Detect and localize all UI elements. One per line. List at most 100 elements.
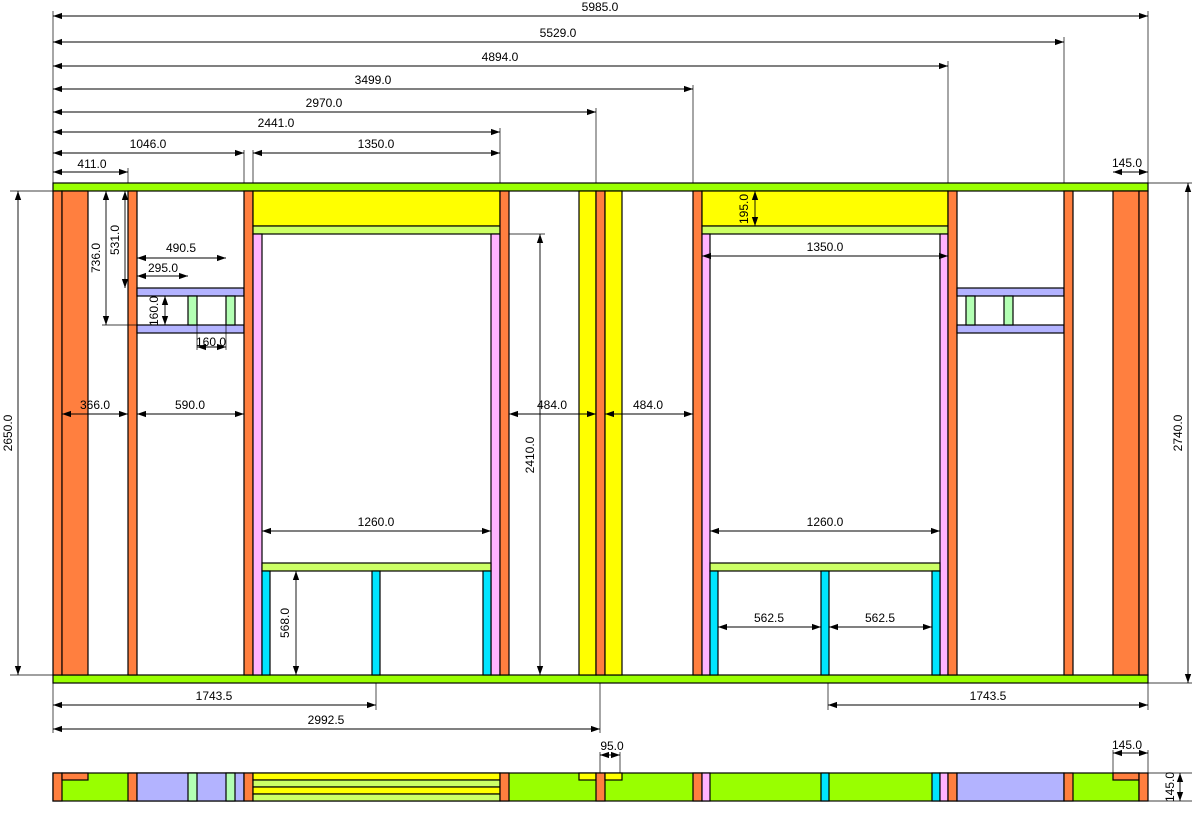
dim-label-145-plan: 145.0 — [1112, 738, 1142, 752]
end-stud — [52, 190, 63, 676]
dim-label-1260a: 1260.0 — [358, 515, 395, 529]
stud — [127, 190, 138, 676]
dim-label-2740: 2740.0 — [1171, 414, 1185, 451]
king-stud — [947, 190, 958, 676]
dim-label-1046: 1046.0 — [130, 137, 167, 151]
plan-header-plate — [252, 793, 501, 802]
short-stud — [187, 295, 198, 326]
dim-label-4894: 4894.0 — [482, 50, 519, 64]
middle-post — [604, 190, 623, 676]
header-plate — [701, 225, 949, 235]
dim-label-1350b: 1350.0 — [807, 240, 844, 254]
corner-post — [61, 190, 89, 676]
dim-label-568: 568.0 — [278, 608, 292, 638]
header — [252, 190, 501, 227]
noggin — [956, 287, 1065, 297]
jack-stud — [490, 233, 501, 676]
plan-cripple-stud — [931, 772, 941, 802]
dim-label-160v: 160.0 — [147, 296, 161, 326]
cripple-stud — [261, 570, 271, 676]
short-stud — [225, 295, 236, 326]
dim-label-145-top: 145.0 — [1112, 156, 1142, 170]
plan-middle-stud — [595, 772, 606, 802]
dim-label-590: 590.0 — [175, 398, 205, 412]
dim-label-2441: 2441.0 — [258, 116, 295, 130]
stud — [1063, 190, 1074, 676]
dim-label-2970: 2970.0 — [306, 96, 343, 110]
plan-short-stud — [187, 772, 198, 802]
dim-label-562a: 562.5 — [754, 611, 784, 625]
dim-label-562b: 562.5 — [865, 611, 895, 625]
plan-end-stud — [1138, 772, 1149, 802]
corner-post — [1112, 190, 1140, 676]
dim-label-5529: 5529.0 — [540, 26, 577, 40]
dim-label-484b: 484.0 — [633, 398, 663, 412]
short-stud — [1003, 295, 1014, 326]
plan-end-stud — [52, 772, 63, 802]
plan-middle-post — [578, 772, 597, 781]
cripple-stud — [482, 570, 492, 676]
dim-label-1743a: 1743.5 — [196, 689, 233, 703]
jack-stud — [252, 233, 263, 676]
plan-king-stud — [947, 772, 958, 802]
king-stud — [692, 190, 703, 676]
dim-label-195: 195.0 — [737, 194, 751, 224]
drawing-canvas: 5985.0 5529.0 4894.0 3499.0 2970.0 2441.… — [0, 0, 1200, 814]
cripple-stud — [931, 570, 941, 676]
dim-label-1743b: 1743.5 — [970, 689, 1007, 703]
jack-stud — [939, 233, 949, 676]
plan-corner-post — [1112, 772, 1140, 781]
dim-label-5985: 5985.0 — [582, 0, 619, 14]
dim-label-3499: 3499.0 — [355, 73, 392, 87]
dim-label-1350a: 1350.0 — [358, 137, 395, 151]
sill — [709, 562, 941, 572]
dim-label-95: 95.0 — [600, 739, 624, 753]
dim-label-2410: 2410.0 — [523, 436, 537, 473]
noggin — [956, 324, 1065, 334]
dim-label-736: 736.0 — [89, 243, 103, 273]
short-stud — [965, 295, 976, 326]
plan-view-strip — [52, 772, 1149, 802]
middle-stud — [595, 190, 606, 676]
dim-label-2650: 2650.0 — [1, 414, 15, 451]
plan-stud — [127, 772, 138, 802]
plan-cripple-stud — [820, 772, 830, 802]
cripple-stud — [820, 570, 830, 676]
plan-short-stud — [225, 772, 236, 802]
plan-header — [252, 772, 501, 781]
plan-king-stud — [499, 772, 510, 802]
king-stud — [499, 190, 510, 676]
cripple-stud — [371, 570, 381, 676]
dim-label-145-plan-vertical: 145.0 — [1163, 772, 1177, 802]
plan-jack-stud — [701, 772, 711, 802]
plan-middle-post — [604, 772, 623, 781]
dim-label-1260b: 1260.0 — [807, 515, 844, 529]
dim-label-160h: 160.0 — [196, 335, 226, 349]
wall-frame-drawing: 5985.0 5529.0 4894.0 3499.0 2970.0 2441.… — [1, 0, 1192, 802]
plan-header-plate — [252, 779, 501, 788]
sill — [261, 562, 492, 572]
dim-label-490: 490.5 — [166, 241, 196, 255]
dim-label-366: 366.0 — [80, 398, 110, 412]
plan-header — [252, 786, 501, 795]
cripple-stud — [709, 570, 719, 676]
top-plate — [52, 182, 1149, 192]
dim-label-484a: 484.0 — [537, 398, 567, 412]
dim-label-295: 295.0 — [148, 261, 178, 275]
plan-king-stud — [692, 772, 703, 802]
noggin — [136, 287, 245, 297]
plan-stud — [1063, 772, 1074, 802]
middle-post — [578, 190, 597, 676]
end-stud — [1138, 190, 1149, 676]
plan-noggin — [956, 772, 1065, 802]
dim-label-531: 531.0 — [108, 225, 122, 255]
dim-label-2992: 2992.5 — [308, 713, 345, 727]
plan-corner-post — [61, 772, 89, 781]
plan-king-stud — [243, 772, 254, 802]
bottom-plate — [52, 674, 1149, 684]
king-stud — [243, 190, 254, 676]
plan-jack-stud — [939, 772, 949, 802]
header-plate — [252, 225, 501, 235]
dim-label-411: 411.0 — [77, 157, 106, 171]
jack-stud — [701, 233, 711, 676]
